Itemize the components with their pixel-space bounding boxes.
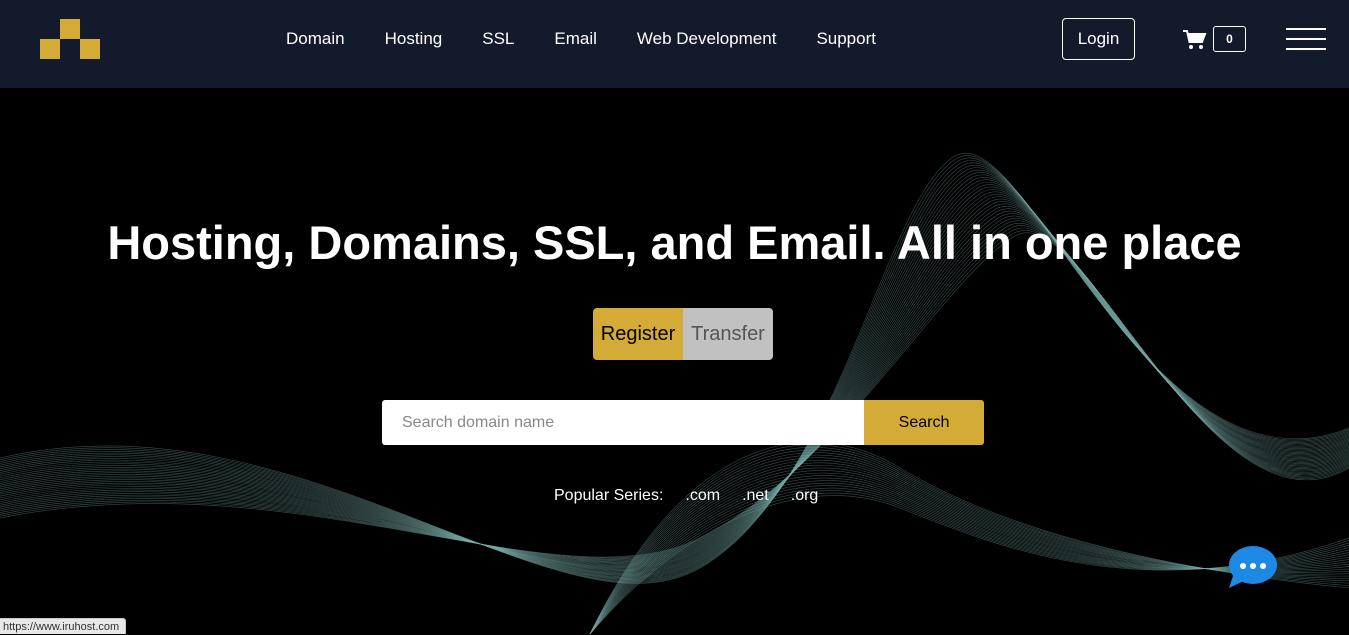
tld-net-link[interactable]: .net: [742, 486, 769, 506]
hamburger-line: [1286, 28, 1326, 30]
hamburger-line: [1286, 48, 1326, 50]
nav-support[interactable]: Support: [816, 28, 876, 50]
tld-org-link[interactable]: .org: [791, 486, 819, 506]
site-logo[interactable]: [40, 19, 100, 59]
transfer-tab[interactable]: Transfer: [683, 308, 773, 360]
pixel-blocks-logo-icon: [40, 19, 100, 59]
top-navigation-bar: Domain Hosting SSL Email Web Development…: [0, 0, 1349, 88]
register-transfer-toggle: Register Transfer: [593, 308, 773, 360]
shopping-cart-icon[interactable]: [1183, 30, 1207, 50]
search-button[interactable]: Search: [864, 400, 984, 445]
tld-com-link[interactable]: .com: [685, 486, 720, 506]
wave-lines-background: [0, 152, 1349, 634]
login-button[interactable]: Login: [1062, 18, 1135, 60]
nav-hosting[interactable]: Hosting: [385, 28, 443, 50]
status-bar-url: https://www.iruhost.com: [0, 618, 127, 634]
nav-email[interactable]: Email: [554, 28, 597, 50]
popular-series: Popular Series: .com .net .org: [554, 486, 840, 506]
hero-title: Hosting, Domains, SSL, and Email. All in…: [107, 216, 1242, 269]
nav-ssl[interactable]: SSL: [482, 28, 514, 50]
hamburger-line: [1286, 38, 1326, 40]
nav-domain[interactable]: Domain: [286, 28, 345, 50]
popular-series-label: Popular Series:: [554, 487, 664, 504]
domain-search-input[interactable]: [382, 400, 864, 445]
chat-bubble-icon[interactable]: [1228, 545, 1278, 589]
hamburger-menu-icon[interactable]: [1286, 28, 1326, 50]
main-menu: Domain Hosting SSL Email Web Development…: [286, 28, 916, 50]
cart-count-badge[interactable]: 0: [1213, 26, 1246, 52]
nav-web-development[interactable]: Web Development: [637, 28, 777, 50]
register-tab[interactable]: Register: [593, 308, 683, 360]
